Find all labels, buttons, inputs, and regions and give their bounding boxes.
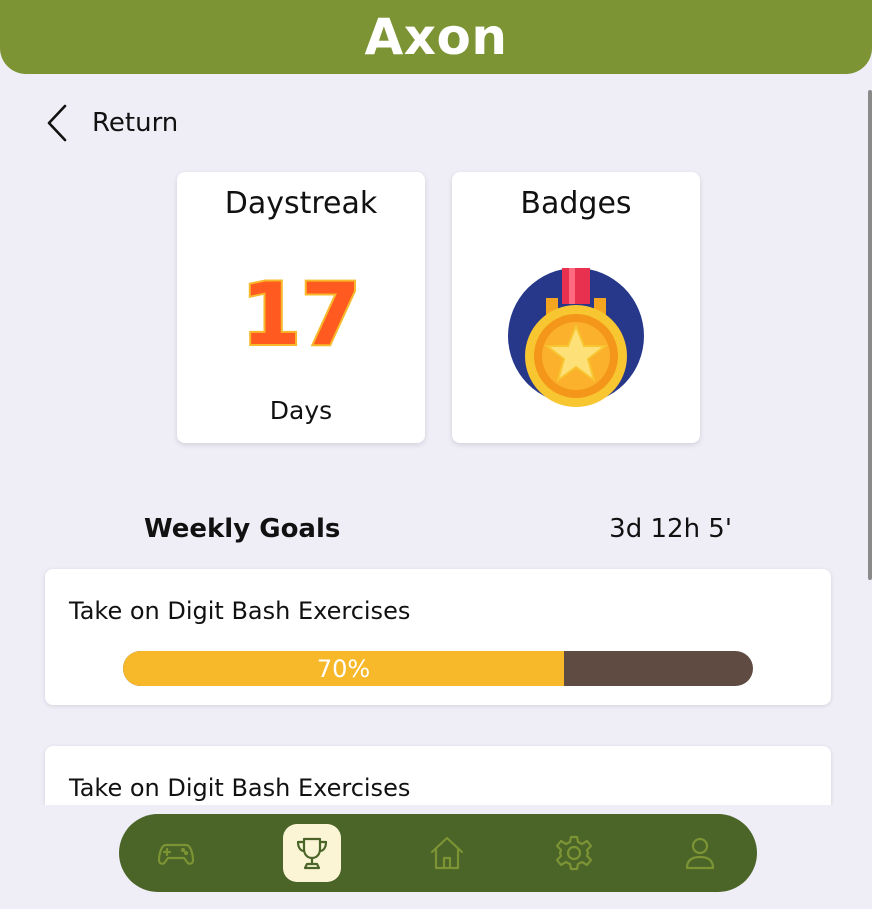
goal-card[interactable]: Take on Digit Bash Exercises 70%	[45, 569, 831, 705]
nav-settings[interactable]	[545, 824, 603, 882]
weekly-goals-header: Weekly Goals 3d 12h 5'	[144, 510, 732, 548]
badges-title: Badges	[520, 186, 632, 221]
gear-icon	[555, 835, 593, 871]
scrollbar[interactable]	[868, 90, 872, 580]
svg-text:17: 17	[241, 268, 361, 358]
goal-title: Take on Digit Bash Exercises	[69, 597, 411, 625]
medal-icon	[508, 268, 644, 407]
goal-title: Take on Digit Bash Exercises	[69, 774, 411, 802]
weekly-goals-timer: 3d 12h 5'	[609, 514, 732, 544]
return-label: Return	[92, 108, 179, 138]
gamepad-icon	[157, 843, 195, 865]
daystreak-card[interactable]: Daystreak 17 Days	[177, 172, 425, 443]
nav-profile[interactable]	[671, 824, 729, 882]
return-button[interactable]: Return	[44, 102, 178, 144]
goal-progress-bar: 70%	[123, 651, 753, 686]
goal-progress-label: 70%	[316, 654, 371, 683]
badges-card[interactable]: Badges	[452, 172, 700, 443]
nav-achievements[interactable]	[283, 824, 341, 882]
chevron-left-icon	[47, 104, 67, 142]
user-icon	[685, 837, 715, 870]
weekly-goals-title: Weekly Goals	[144, 514, 341, 544]
app-title: Axon	[364, 8, 508, 66]
app-header: Axon	[0, 0, 872, 74]
daystreak-title: Daystreak	[224, 186, 378, 221]
bottom-nav	[119, 814, 757, 892]
streak-count: 17	[239, 268, 363, 358]
trophy-icon	[296, 837, 328, 870]
streak-unit: Days	[269, 396, 333, 425]
nav-games[interactable]	[147, 824, 205, 882]
home-icon	[430, 836, 464, 870]
nav-home[interactable]	[418, 824, 476, 882]
